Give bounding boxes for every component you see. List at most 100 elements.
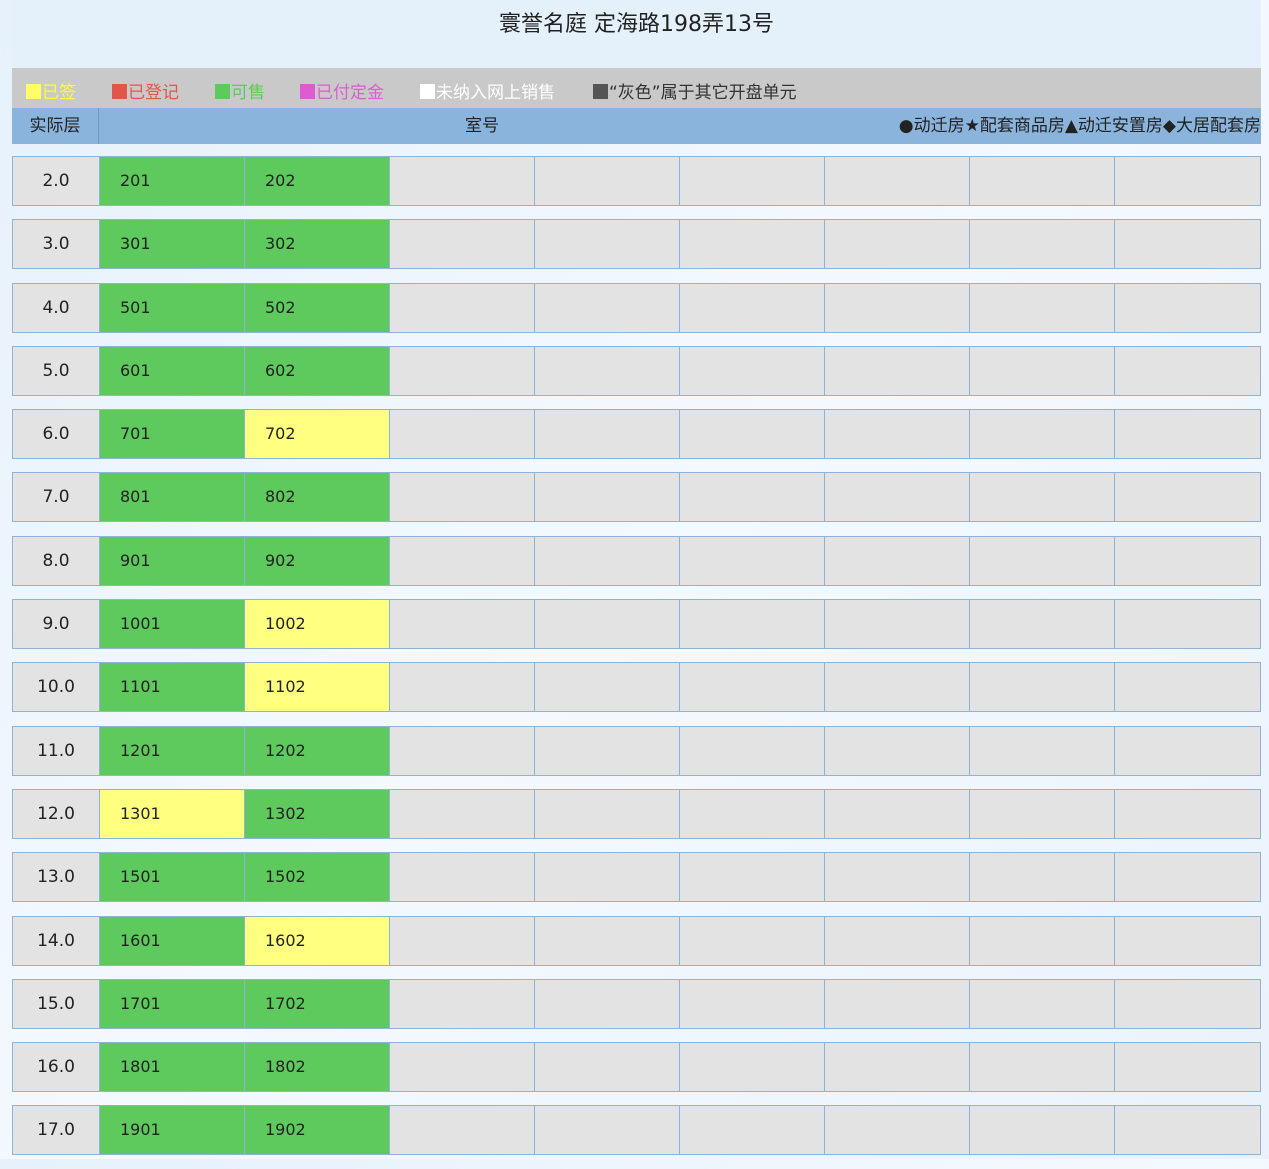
empty-room-cell [390, 346, 535, 395]
floor-row: 7.0 801 802 [12, 472, 1261, 523]
empty-room-cell [535, 220, 680, 269]
empty-room-cell [680, 473, 825, 522]
empty-room-cell [680, 916, 825, 965]
legend-item-deposit-paid: 已付定金 [300, 78, 384, 103]
empty-room-cell [535, 157, 680, 205]
empty-room-cell [970, 473, 1115, 522]
floor-row: 11.0 1201 1202 [12, 725, 1261, 776]
empty-room-cell [825, 157, 970, 205]
empty-room-cell [535, 536, 680, 585]
room-cell[interactable]: 201 [100, 157, 245, 205]
empty-room-cell [825, 789, 970, 838]
signed-swatch-icon [26, 84, 41, 99]
empty-room-cell [825, 663, 970, 712]
empty-room-cell [1115, 726, 1260, 775]
room-cell[interactable]: 1502 [245, 853, 390, 902]
room-cell[interactable]: 702 [245, 410, 390, 459]
empty-room-cell [680, 536, 825, 585]
room-cell[interactable]: 202 [245, 157, 390, 205]
room-cell[interactable]: 602 [245, 346, 390, 395]
room-cell[interactable]: 1102 [245, 663, 390, 712]
empty-room-cell [680, 789, 825, 838]
empty-room-cell [390, 600, 535, 649]
room-cell[interactable]: 301 [100, 220, 245, 269]
registered-swatch-icon [112, 84, 127, 99]
room-cell[interactable]: 1702 [245, 979, 390, 1028]
empty-room-cell [1115, 1106, 1260, 1155]
housing-types-legend: ●动迁房★配套商品房▲动迁安置房◆大居配套房 [898, 116, 1261, 136]
floor-label: 9.0 [13, 600, 100, 649]
empty-room-cell [390, 157, 535, 205]
empty-room-cell [1115, 220, 1260, 269]
empty-room-cell [825, 979, 970, 1028]
empty-room-cell [680, 600, 825, 649]
room-cell[interactable]: 1202 [245, 726, 390, 775]
empty-room-cell [390, 410, 535, 459]
empty-room-cell [970, 1043, 1115, 1092]
floor-row: 15.0 1701 1702 [12, 978, 1261, 1029]
floor-row: 12.0 1301 1302 [12, 788, 1261, 839]
floor-row: 9.0 1001 1002 [12, 599, 1261, 650]
empty-room-cell [970, 726, 1115, 775]
empty-room-cell [535, 853, 680, 902]
floor-label: 14.0 [13, 916, 100, 965]
room-cell[interactable]: 1302 [245, 789, 390, 838]
empty-room-cell [1115, 157, 1260, 205]
empty-room-cell [390, 853, 535, 902]
room-cell[interactable]: 701 [100, 410, 245, 459]
legend-item-available: 可售 [215, 78, 265, 103]
floor-label: 11.0 [13, 726, 100, 775]
legend-item-signed: 已签 [26, 78, 76, 103]
room-cell[interactable]: 1801 [100, 1043, 245, 1092]
empty-room-cell [390, 789, 535, 838]
empty-room-cell [680, 1106, 825, 1155]
room-cell[interactable]: 1101 [100, 663, 245, 712]
room-cell[interactable]: 1902 [245, 1106, 390, 1155]
legend-label: 未纳入网上销售 [436, 83, 555, 103]
room-cell[interactable]: 1002 [245, 600, 390, 649]
floor-label: 15.0 [13, 979, 100, 1028]
empty-room-cell [535, 346, 680, 395]
empty-room-cell [680, 346, 825, 395]
empty-room-cell [535, 789, 680, 838]
empty-room-cell [970, 916, 1115, 965]
empty-room-cell [1115, 410, 1260, 459]
room-cell[interactable]: 1602 [245, 916, 390, 965]
room-cell[interactable]: 1501 [100, 853, 245, 902]
empty-room-cell [970, 789, 1115, 838]
empty-room-cell [1115, 789, 1260, 838]
empty-room-cell [970, 600, 1115, 649]
room-cell[interactable]: 1701 [100, 979, 245, 1028]
room-cell[interactable]: 802 [245, 473, 390, 522]
room-cell[interactable]: 502 [245, 283, 390, 332]
floor-row: 8.0 901 902 [12, 535, 1261, 586]
floor-row: 17.0 1901 1902 [12, 1105, 1261, 1156]
room-cell[interactable]: 601 [100, 346, 245, 395]
room-cell[interactable]: 902 [245, 536, 390, 585]
empty-room-cell [680, 726, 825, 775]
room-cell[interactable]: 1901 [100, 1106, 245, 1155]
empty-room-cell [390, 979, 535, 1028]
empty-room-cell [535, 916, 680, 965]
room-cell[interactable]: 1001 [100, 600, 245, 649]
empty-room-cell [825, 600, 970, 649]
room-cell[interactable]: 302 [245, 220, 390, 269]
empty-room-cell [680, 1043, 825, 1092]
room-cell[interactable]: 901 [100, 536, 245, 585]
empty-room-cell [1115, 916, 1260, 965]
room-cell[interactable]: 1601 [100, 916, 245, 965]
empty-room-cell [680, 220, 825, 269]
page-title: 寰誉名庭 定海路198弄13号 [499, 12, 774, 37]
empty-room-cell [680, 853, 825, 902]
room-cell[interactable]: 1802 [245, 1043, 390, 1092]
empty-room-cell [390, 536, 535, 585]
empty-room-cell [1115, 1043, 1260, 1092]
empty-room-cell [535, 473, 680, 522]
empty-room-cell [970, 663, 1115, 712]
floor-row: 16.0 1801 1802 [12, 1042, 1261, 1093]
room-cell[interactable]: 1301 [100, 789, 245, 838]
floor-label: 2.0 [13, 157, 100, 205]
room-cell[interactable]: 501 [100, 283, 245, 332]
room-cell[interactable]: 1201 [100, 726, 245, 775]
room-cell[interactable]: 801 [100, 473, 245, 522]
